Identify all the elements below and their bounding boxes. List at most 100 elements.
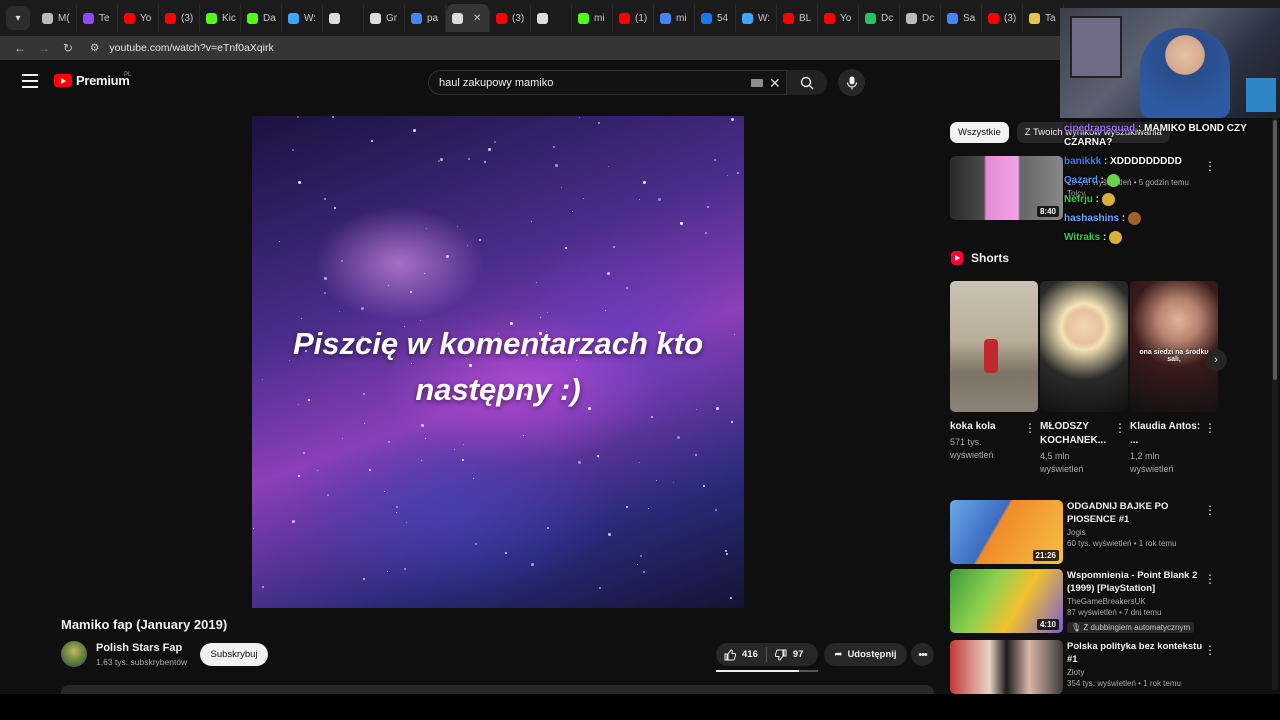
browser-tab[interactable]: Gr (364, 4, 405, 32)
chat-text: XDDDDDDDDD (1110, 156, 1182, 167)
browser-tab[interactable]: mi (654, 4, 695, 32)
star-dot (425, 438, 426, 439)
star-dot (324, 292, 326, 294)
video-thumbnail[interactable] (950, 640, 1063, 694)
star-dot (462, 459, 464, 461)
channel-avatar[interactable] (61, 641, 87, 667)
chat-message: banikkk : XDDDDDDDDD (1064, 155, 1278, 169)
more-options-icon[interactable]: ⋮ (1204, 573, 1216, 585)
tab-search-button[interactable]: ▾ (6, 6, 30, 30)
star-dot (643, 571, 645, 573)
clear-search-icon[interactable]: ✕ (769, 75, 781, 92)
browser-tab[interactable]: BL (777, 4, 818, 32)
browser-tab[interactable] (531, 4, 572, 32)
short-item[interactable]: ona siedzi na środku sali, Klaudia Antos… (1130, 281, 1218, 476)
browser-tab[interactable]: (3) (490, 4, 531, 32)
subscribe-button[interactable]: Subskrybuj (200, 643, 268, 666)
browser-tab[interactable] (323, 4, 364, 32)
back-icon[interactable]: ← (8, 41, 32, 55)
search-input[interactable] (439, 76, 739, 89)
browser-tab[interactable]: Dc (900, 4, 941, 32)
menu-icon[interactable] (22, 74, 38, 88)
video-thumbnail[interactable]: 8:40 (950, 156, 1063, 220)
star-dot (463, 444, 464, 445)
browser-tab[interactable]: M( (36, 4, 77, 32)
more-actions-button[interactable]: ••• (911, 643, 934, 666)
youtube-premium-logo[interactable]: Premium PL (54, 72, 131, 88)
star-dot (608, 166, 609, 167)
browser-tab[interactable]: 54 (695, 4, 736, 32)
browser-tab[interactable]: Te (77, 4, 118, 32)
reload-icon[interactable]: ↻ (56, 41, 80, 55)
browser-tab[interactable]: W: (282, 4, 323, 32)
short-thumbnail[interactable] (1040, 281, 1128, 412)
shorts-next-button[interactable]: › (1205, 349, 1227, 371)
star-dot (714, 159, 716, 161)
url-field[interactable]: ⚙ youtube.com/watch?v=eTnf0aXqirk (90, 42, 274, 54)
browser-tab[interactable]: Sa (941, 4, 982, 32)
like-button[interactable]: 416 (716, 643, 766, 666)
star-dot (555, 164, 558, 167)
chat-emote-icon (1108, 231, 1122, 245)
tab-favicon-icon (906, 12, 917, 24)
browser-tab[interactable]: Yo (118, 4, 159, 32)
star-dot (342, 438, 343, 439)
browser-tab[interactable]: (3) (159, 4, 200, 32)
star-dot (680, 222, 683, 225)
video-thumbnail[interactable]: 21:26 (950, 500, 1063, 564)
browser-tab[interactable]: Kic (200, 4, 241, 32)
browser-tab[interactable]: Yo (818, 4, 859, 32)
browser-tab[interactable]: mi (572, 4, 613, 32)
browser-tab[interactable]: (1) (613, 4, 654, 32)
star-dot (303, 452, 305, 454)
star-dot (292, 149, 294, 151)
browser-tab[interactable]: ✕ (446, 4, 490, 32)
more-options-icon[interactable]: ⋮ (1204, 504, 1216, 516)
forward-icon[interactable]: → (32, 41, 56, 55)
keyboard-icon[interactable] (751, 79, 763, 87)
tab-favicon-icon (947, 12, 958, 24)
star-dot (494, 141, 496, 143)
short-thumbnail[interactable]: ona siedzi na środku sali, (1130, 281, 1218, 412)
star-dot (658, 198, 661, 201)
voice-search-button[interactable] (838, 69, 865, 96)
star-dot (725, 550, 727, 552)
share-label: Udostępnij (847, 649, 897, 660)
short-thumbnail[interactable] (950, 281, 1038, 412)
browser-tab[interactable]: Ta (1023, 4, 1064, 32)
more-options-icon[interactable]: ⋮ (1114, 421, 1126, 435)
search-box: ✕ (428, 70, 787, 95)
star-dot (598, 457, 599, 458)
tab-favicon-icon (824, 12, 835, 24)
tab-close-icon[interactable]: ✕ (473, 13, 481, 24)
search-icon (800, 76, 814, 89)
more-options-icon[interactable]: ⋮ (1204, 421, 1216, 435)
star-dot (440, 158, 443, 161)
tab-favicon-icon (660, 12, 671, 24)
more-options-icon[interactable]: ⋮ (1024, 421, 1036, 435)
video-player[interactable]: Piszcię w komentarzach kto następny :) (252, 116, 744, 608)
chat-username: banikkk (1064, 156, 1102, 167)
browser-tab[interactable]: W: (736, 4, 777, 32)
browser-tab[interactable]: Da (241, 4, 282, 32)
short-item[interactable]: koka kola 571 tys. wyświetleń ⋮ (950, 281, 1038, 462)
browser-tab[interactable]: Dc (859, 4, 900, 32)
browser-tab[interactable]: (3) (982, 4, 1023, 32)
share-button[interactable]: ➦ Udostępnij (824, 643, 907, 666)
chip-all[interactable]: Wszystkie (950, 122, 1009, 143)
star-dot (547, 527, 549, 529)
browser-tab[interactable]: pa (405, 4, 446, 32)
recommendation-item[interactable]: 4:10 Wspomnienia - Point Blank 2 (1999) … (950, 569, 1222, 633)
more-options-icon[interactable]: ⋮ (1204, 644, 1216, 656)
star-dot (626, 506, 628, 508)
recommendation-item[interactable]: 21:26 ODGADNIJ BAJKE PO PIOSENCE #1 Jogi… (950, 500, 1222, 564)
video-thumbnail[interactable]: 4:10 (950, 569, 1063, 633)
tab-label: (3) (181, 12, 194, 24)
short-item[interactable]: MŁODSZY KOCHANEK... 4,5 mln wyświetleń ⋮ (1040, 281, 1128, 476)
tab-favicon-icon (496, 12, 507, 24)
search-button[interactable] (787, 70, 827, 95)
site-settings-icon[interactable]: ⚙ (90, 42, 99, 54)
dislike-button[interactable]: 97 (767, 643, 812, 666)
tab-label: Te (99, 12, 110, 24)
channel-name[interactable]: Polish Stars Fap (96, 642, 187, 654)
